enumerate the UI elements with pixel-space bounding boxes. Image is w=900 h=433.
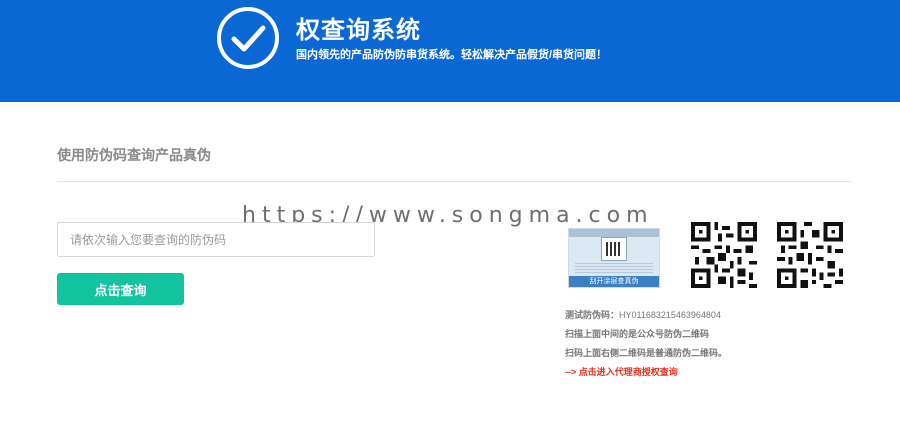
query-button[interactable]: 点击查询 (57, 273, 184, 305)
header-banner: 权查询系统 国内领先的产品防伪防串货系统。轻松解决产品假货/串货问题！ (0, 0, 900, 102)
wechat-qr-code-icon (690, 222, 758, 288)
page-subtitle: 国内领先的产品防伪防串货系统。轻松解决产品假货/串货问题！ (296, 49, 608, 61)
agent-authorization-link[interactable]: --> 点击进入代理商授权查询 (565, 363, 727, 382)
anti-counterfeit-code-input[interactable] (57, 222, 375, 257)
test-code-row: 测试防伪码：HY011683215463964804 (565, 306, 727, 325)
standard-qr-code-icon (776, 222, 844, 288)
label-caption: 刮开涂层查真伪 (569, 276, 659, 287)
label-text-lines (575, 263, 653, 273)
test-code-value: HY011683215463964804 (619, 310, 721, 320)
divider (57, 181, 852, 182)
test-code-label: 测试防伪码： (565, 310, 620, 320)
label-header-strip (569, 229, 659, 237)
check-circle-icon (216, 6, 280, 70)
page-title: 权查询系统 (296, 17, 421, 44)
label-qr-icon (601, 237, 627, 261)
info-line-wechat-qr: 扫描上面中间的是公众号防伪二维码 (565, 329, 710, 339)
sample-label-image: 刮开涂层查真伪 (568, 228, 660, 288)
info-line-standard-qr: 扫码上面右侧二维码是普通防伪二维码。 (565, 348, 728, 358)
info-panel: 测试防伪码：HY011683215463964804 扫描上面中间的是公众号防伪… (565, 306, 727, 382)
section-title: 使用防伪码查询产品真伪 (57, 147, 211, 163)
